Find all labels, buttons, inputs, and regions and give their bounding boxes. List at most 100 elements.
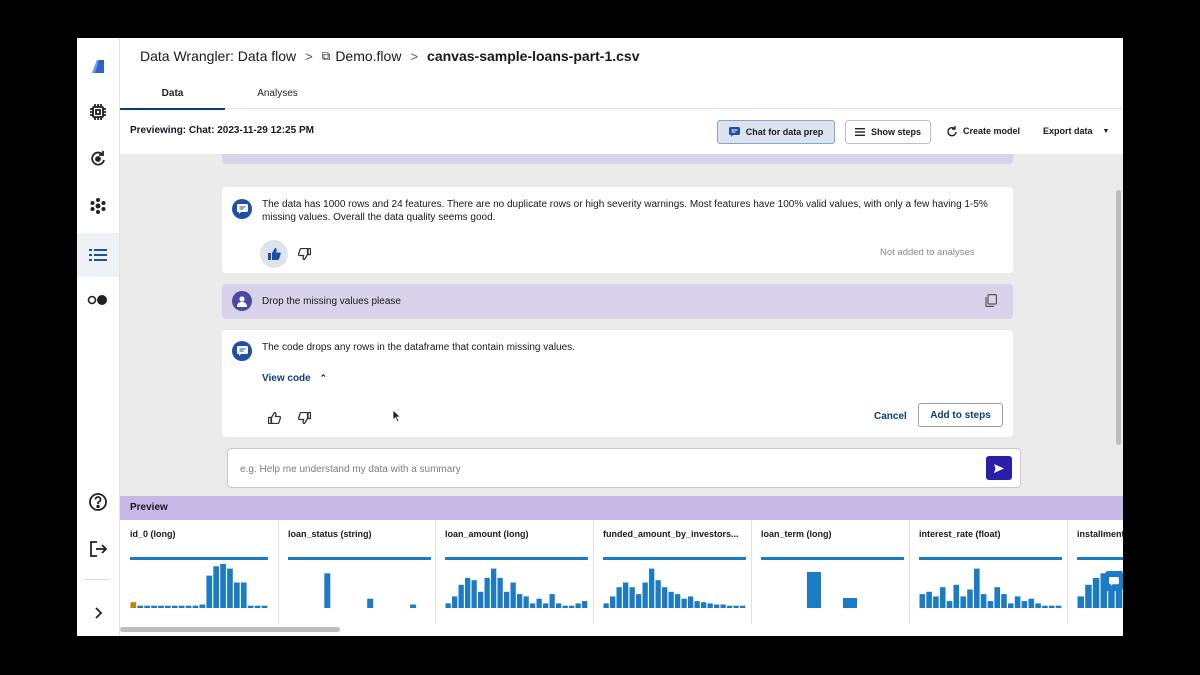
histogram-bar [484,577,490,608]
histogram-bar [517,594,523,608]
column-validity-bar [1077,557,1123,560]
preview-column[interactable]: funded_amount_by_investors... [593,520,752,624]
histogram-bar [261,605,268,608]
thumbs-down-icon[interactable] [292,242,316,266]
tab-data[interactable]: Data [120,74,225,110]
histogram-bar [623,582,629,608]
create-model-button[interactable]: Create model [946,120,1020,142]
column-histogram [807,572,857,608]
histogram-bar [629,587,635,608]
sidebar-divider [85,579,109,580]
breadcrumb-file: canvas-sample-loans-part-1.csv [427,48,640,64]
histogram-bar [933,596,939,608]
send-icon [994,463,1004,473]
histogram-bar [1092,577,1100,608]
column-histogram [324,573,417,608]
chat-for-data-prep-button[interactable]: Chat for data prep [717,120,835,144]
view-code-toggle[interactable]: View code ⌃ [262,373,327,384]
histogram-bar [919,594,926,608]
thumbs-down-icon[interactable] [292,406,316,430]
user-avatar-icon [232,291,252,311]
list-icon [854,128,865,136]
breadcrumb-root[interactable]: Data Wrangler: Data flow [140,48,296,64]
histogram-bar [213,566,219,608]
histogram-bar [137,605,144,608]
export-data-button[interactable]: Export data ▼ [1043,120,1109,142]
app-window: Data Wrangler: Data flow > ⧉ Demo.flow >… [77,38,1123,636]
histogram-bar [158,605,164,608]
histogram-bar [227,568,233,608]
view-code-label: View code [262,373,311,384]
histogram-bar [946,601,953,608]
thumbs-up-icon[interactable] [260,240,288,268]
model-cycle-icon[interactable] [77,139,119,179]
chevron-right-icon: > [410,48,419,64]
histogram-bar [478,591,484,608]
bot-message-summary: The data has 1000 rows and 24 features. … [222,187,1013,273]
column-validity-bar [445,557,588,560]
histogram-bar [1042,605,1048,608]
preview-column[interactable]: loan_status (string) [278,520,436,624]
help-icon[interactable] [77,482,119,522]
histogram-bar [740,605,746,608]
histogram-bar [960,596,966,608]
histogram-bar [178,605,185,608]
column-histogram [603,568,746,608]
histogram-bar [843,598,857,608]
canvas-logo-icon[interactable] [77,46,119,86]
floating-chat-icon[interactable] [1105,571,1123,591]
chevron-up-icon: ⌃ [319,373,328,383]
caret-down-icon: ▼ [1102,127,1110,135]
previewing-label: Previewing: Chat: 2023-11-29 12:25 PM [130,125,314,136]
column-header: funded_amount_by_investors... [603,529,739,539]
column-header: interest_rate (float) [919,529,1001,539]
chat-input[interactable] [238,459,962,479]
left-sidebar [77,38,120,636]
asterisk-icon[interactable] [77,186,119,226]
thumbs-up-icon[interactable] [262,406,286,430]
chip-icon[interactable] [77,92,119,132]
preview-column[interactable]: loan_amount (long) [435,520,594,624]
signout-icon[interactable] [77,529,119,569]
tab-analyses[interactable]: Analyses [225,74,330,108]
horizontal-scrollbar[interactable] [120,627,340,632]
preview-column[interactable]: loan_term (long) [751,520,910,624]
column-histogram [130,564,268,608]
list-icon[interactable] [77,233,119,277]
previous-message-stub [222,154,1013,164]
send-button[interactable] [986,456,1012,480]
histogram-bar [1077,596,1084,608]
histogram-bar [491,568,497,608]
histogram-bar [1001,594,1007,608]
expand-icon[interactable] [77,593,119,633]
histogram-bar [144,605,150,608]
column-header: loan_term (long) [761,529,832,539]
histogram-bar [1048,605,1055,608]
chevron-right-icon: > [305,48,313,64]
preview-column[interactable]: id_0 (long) [120,520,279,624]
histogram-bar [926,591,932,608]
breadcrumb-flow[interactable]: Demo.flow [335,48,401,64]
main-panel: Data Wrangler: Data flow > ⧉ Demo.flow >… [120,38,1123,636]
vertical-scrollbar[interactable] [1116,190,1121,445]
user-message-text: Drop the missing values please [262,296,401,307]
copy-icon[interactable] [985,294,997,312]
histogram-bar [1021,601,1028,608]
preview-header: Preview [120,496,1123,520]
preview-column[interactable]: interest_rate (float) [909,520,1068,624]
cancel-button[interactable]: Cancel [874,411,907,422]
histogram-bar [733,605,739,608]
bot-code-text: The code drops any rows in the dataframe… [262,342,575,353]
chat-input-box [227,448,1021,488]
tab-bar: Data Analyses [120,74,1123,110]
histogram-bar [458,584,464,608]
flow-icon: ⧉ [321,48,331,63]
histogram-bar [675,594,681,608]
histogram-bar [1028,598,1035,608]
histogram-bar [247,605,254,608]
histogram-bar [254,605,261,608]
not-added-status: Not added to analyses [880,247,975,258]
toggle-icon[interactable] [77,280,119,320]
show-steps-button[interactable]: Show steps [845,120,931,144]
add-to-steps-button[interactable]: Add to steps [918,403,1003,427]
